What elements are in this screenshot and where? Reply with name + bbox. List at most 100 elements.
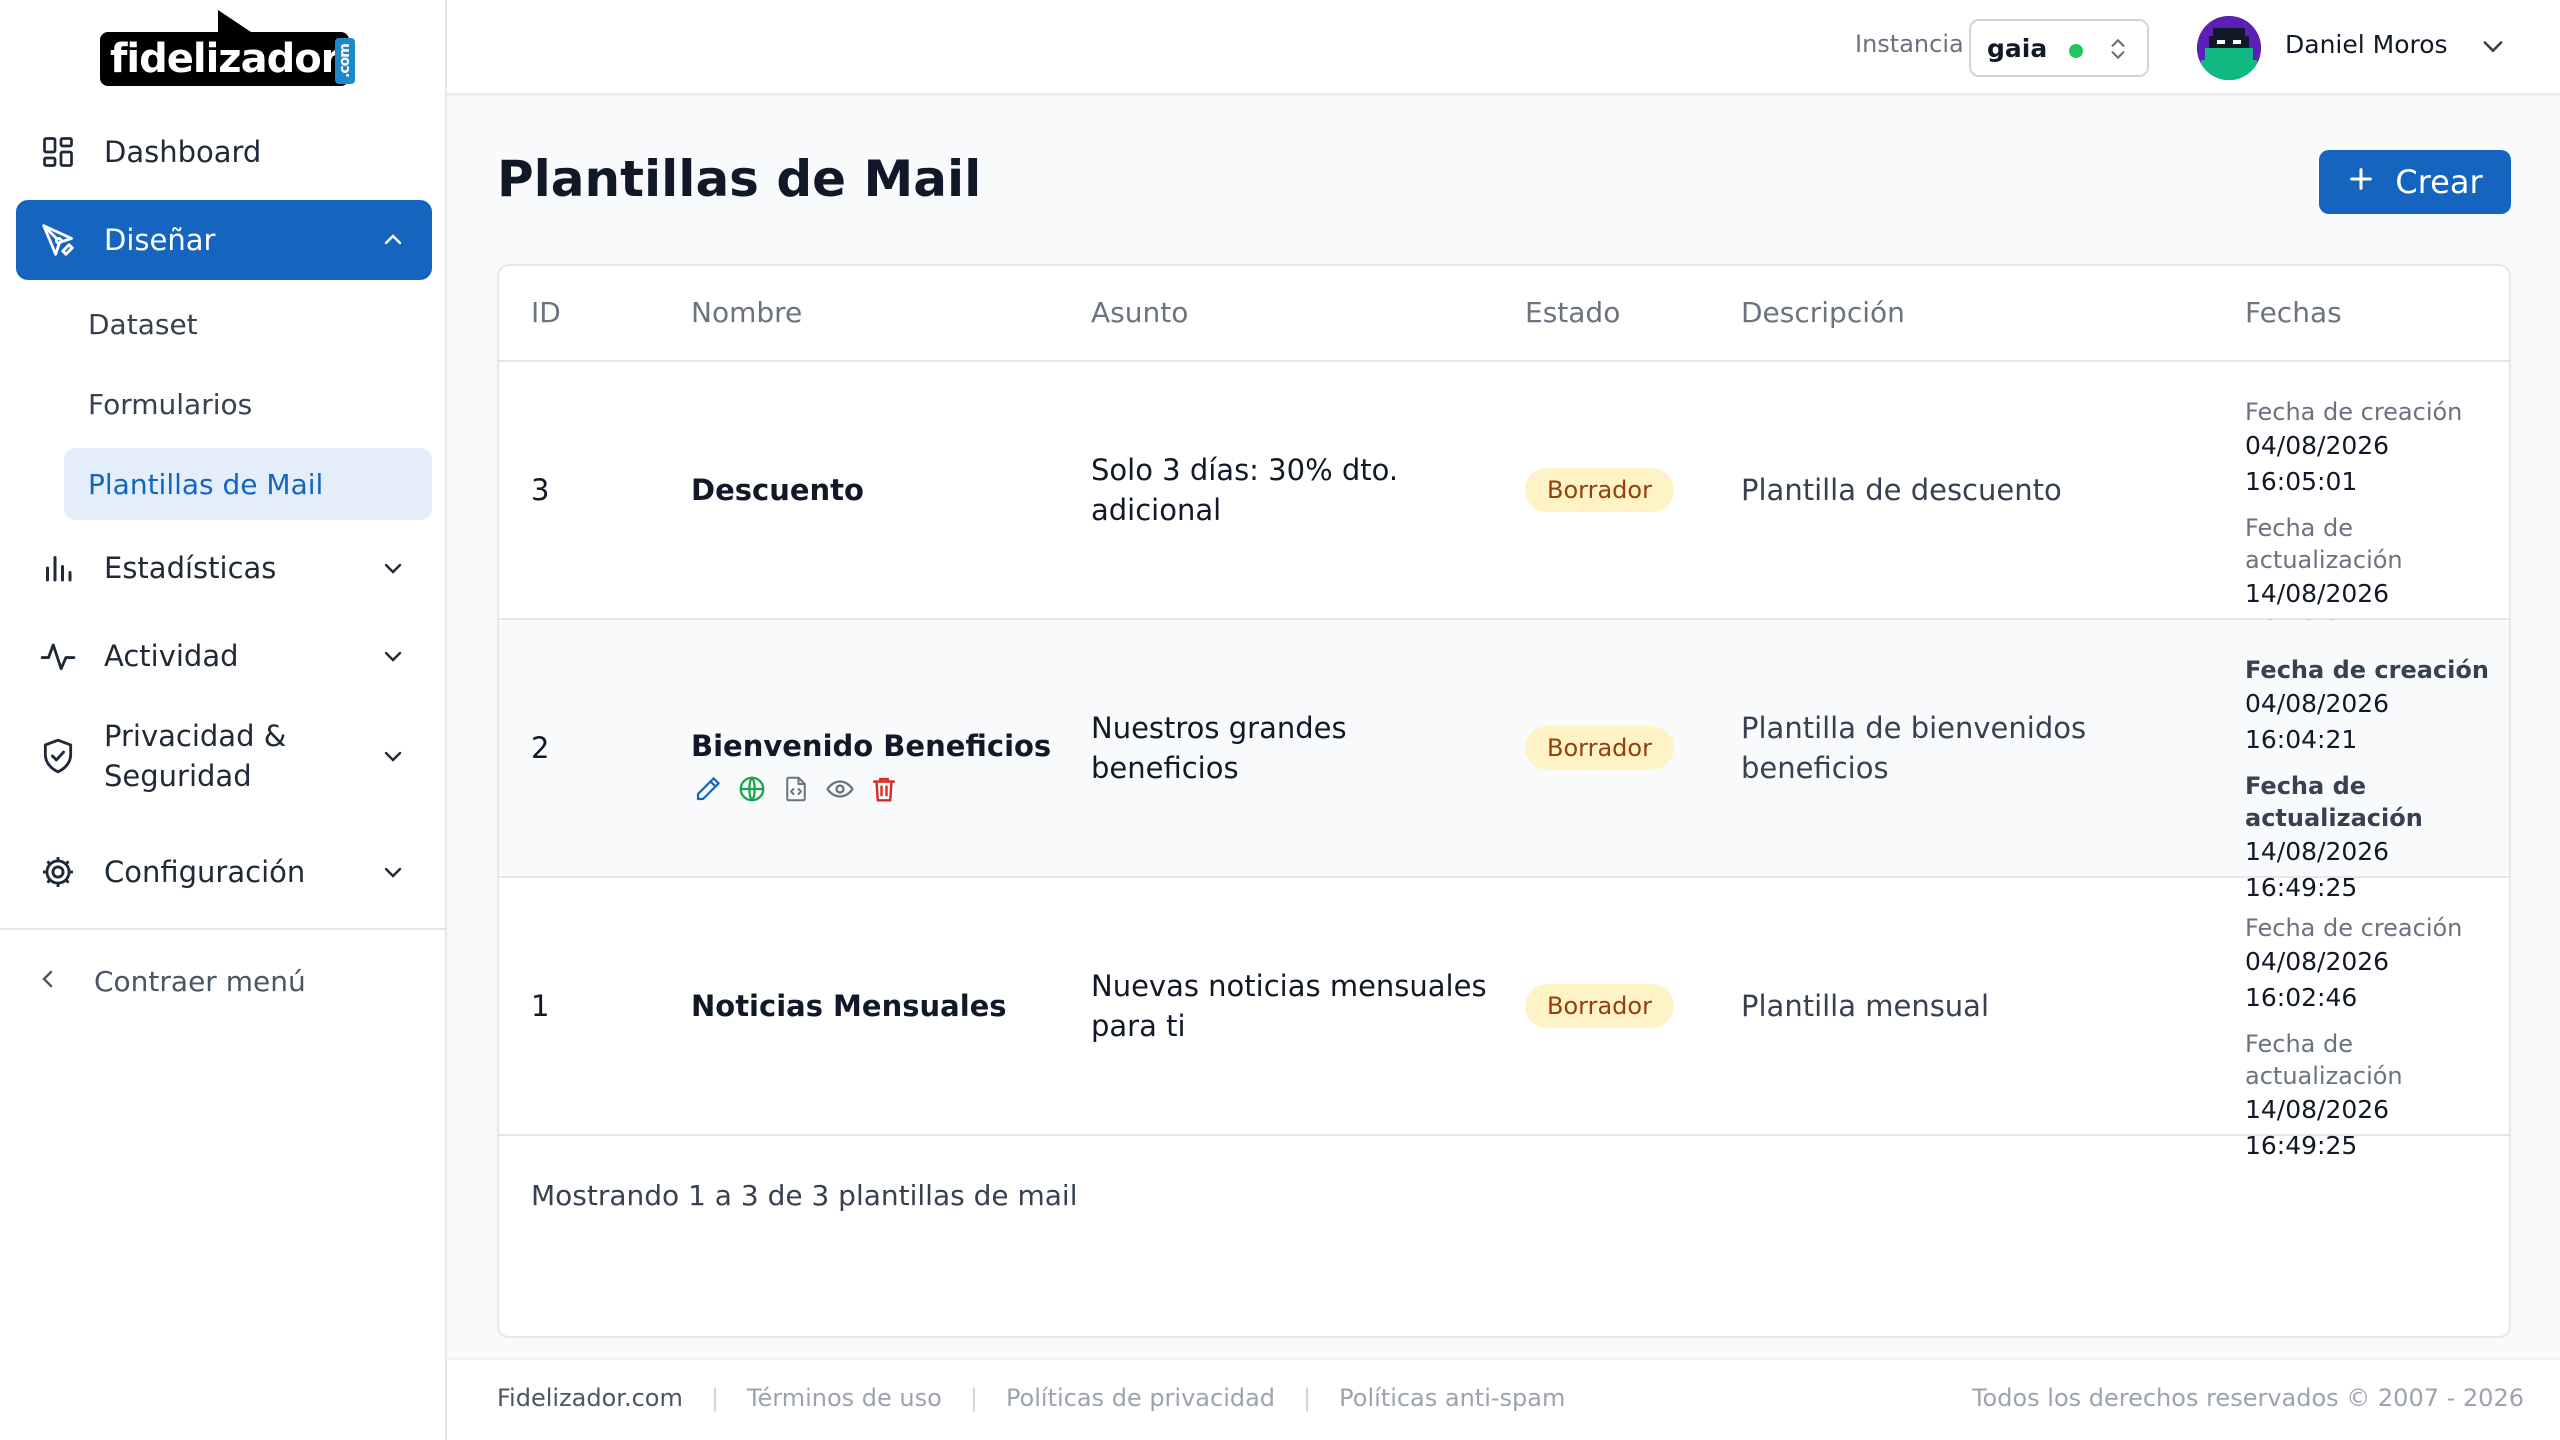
- page-footer: Fidelizador.com | Términos de uso | Polí…: [447, 1358, 2560, 1440]
- status-badge: Borrador: [1525, 984, 1674, 1028]
- plus-icon: [2347, 164, 2375, 200]
- sidebar-item-privacidad-seguridad[interactable]: Privacidad & Seguridad: [16, 704, 432, 808]
- cell-description: Plantilla de descuento: [1741, 473, 2062, 507]
- chevron-down-icon[interactable]: [2479, 32, 2507, 64]
- updated-label: Fecha de: [2245, 1030, 2353, 1058]
- cell-description: Plantilla de bienvenidos: [1741, 711, 2087, 745]
- chevron-down-icon: [378, 641, 408, 671]
- status-badge: Borrador: [1525, 468, 1674, 512]
- cell-id: 1: [531, 989, 550, 1023]
- cell-name[interactable]: Descuento: [691, 470, 864, 510]
- logo-box: fidelizador .com: [100, 10, 356, 86]
- templates-table: ID Nombre Asunto Estado Descripción Fech…: [497, 264, 2511, 1338]
- chevron-up-icon: [378, 225, 408, 255]
- trash-icon[interactable]: [869, 774, 899, 804]
- avatar[interactable]: [2197, 16, 2261, 80]
- create-button[interactable]: Crear: [2319, 150, 2511, 214]
- sidebar-subitem-plantillas-de-mail[interactable]: Plantillas de Mail: [64, 448, 432, 520]
- created-value: 04/08/2026 16:05:01: [2245, 431, 2390, 496]
- created-label: Fecha de creación: [2245, 398, 2463, 426]
- collapse-menu-button[interactable]: Contraer menú: [36, 956, 306, 1006]
- sidebar-subitem-label: Plantillas de Mail: [88, 467, 324, 501]
- column-header-nombre: Nombre: [691, 296, 803, 329]
- sidebar-item-configuracion[interactable]: Configuración: [16, 832, 432, 912]
- column-header-asunto: Asunto: [1091, 296, 1189, 329]
- cell-id: 3: [531, 473, 550, 507]
- gear-icon: [38, 852, 78, 892]
- main-content: Plantillas de Mail Crear ID Nombre Asunt…: [447, 96, 2560, 1358]
- footer-separator: |: [1303, 1384, 1312, 1412]
- sidebar-item-label: Dashboard: [104, 135, 262, 169]
- logo-suffix: .com: [335, 38, 356, 84]
- sidebar-subitem-formularios[interactable]: Formularios: [64, 368, 432, 440]
- table-row[interactable]: 3 Descuento Solo 3 días: 30% dto. adicio…: [499, 362, 2509, 644]
- sidebar-item-dashboard[interactable]: Dashboard: [16, 112, 432, 192]
- instance-label: Instancia: [1855, 30, 1964, 58]
- chevron-left-icon: [36, 965, 60, 998]
- sidebar-subitem-dataset[interactable]: Dataset: [64, 288, 432, 360]
- dashboard-grid-icon: [38, 132, 78, 172]
- cell-id: 2: [531, 731, 550, 765]
- cell-subject: Nuestros grandes: [1091, 711, 1347, 745]
- brand-logo[interactable]: fidelizador .com: [100, 8, 356, 90]
- cell-description: Plantilla mensual: [1741, 989, 1990, 1023]
- sidebar-item-estadisticas[interactable]: Estadísticas: [16, 528, 432, 608]
- updated-label: Fecha de: [2245, 772, 2367, 800]
- sidebar-item-label: Diseñar: [104, 223, 216, 257]
- page-title: Plantillas de Mail: [497, 150, 982, 208]
- app-root: fidelizador .com Dashboard Diseñar Datas…: [0, 0, 2560, 1440]
- sidebar-item-label: Privacidad &: [104, 719, 287, 753]
- cell-subject: Solo 3 días: 30% dto.: [1091, 453, 1399, 487]
- cell-name[interactable]: Noticias Mensuales: [691, 986, 1007, 1026]
- updated-label-line2: actualización: [2245, 1062, 2403, 1090]
- cell-subject-line2: beneficios: [1091, 751, 1239, 785]
- logo-text: fidelizador: [110, 36, 340, 82]
- table-row[interactable]: 1 Noticias Mensuales Nuevas noticias men…: [499, 878, 2509, 1160]
- footer-link-privacidad[interactable]: Políticas de privacidad: [1006, 1384, 1275, 1412]
- footer-separator: |: [710, 1384, 719, 1412]
- chevron-up-down-icon: [2105, 35, 2131, 67]
- chevron-down-icon: [378, 553, 408, 583]
- instance-status-dot: [2069, 44, 2083, 58]
- create-button-label: Crear: [2395, 163, 2483, 201]
- user-name[interactable]: Daniel Moros: [2285, 30, 2448, 59]
- sidebar-divider: [0, 928, 447, 930]
- sidebar-subitem-label: Dataset: [88, 307, 198, 341]
- footer-link-anti-spam[interactable]: Políticas anti-spam: [1339, 1384, 1565, 1412]
- instance-value: gaia: [1987, 33, 2048, 63]
- activity-pulse-icon: [38, 636, 78, 676]
- sidebar-item-label: Estadísticas: [104, 551, 277, 585]
- chevron-down-icon: [378, 857, 408, 887]
- footer-separator: |: [969, 1384, 978, 1412]
- cell-name[interactable]: Bienvenido Beneficios: [691, 726, 1051, 766]
- column-header-fechas: Fechas: [2245, 296, 2342, 329]
- footer-link-terminos[interactable]: Términos de uso: [747, 1384, 942, 1412]
- table-summary: Mostrando 1 a 3 de 3 plantillas de mail: [531, 1179, 1078, 1212]
- sidebar-item-label: Actividad: [104, 639, 239, 673]
- sidebar-item-label: Configuración: [104, 855, 306, 889]
- column-header-estado: Estado: [1525, 296, 1621, 329]
- cell-description-line2: beneficios: [1741, 751, 1889, 785]
- sidebar-item-actividad[interactable]: Actividad: [16, 616, 432, 696]
- created-label: Fecha de creación: [2245, 914, 2463, 942]
- code-file-icon[interactable]: [781, 774, 811, 804]
- sidebar: fidelizador .com Dashboard Diseñar Datas…: [0, 0, 447, 1440]
- column-header-id: ID: [531, 296, 561, 329]
- footer-copyright: Todos los derechos reservados © 2007 - 2…: [1971, 1384, 2524, 1412]
- sidebar-item-label-line2: Seguridad: [104, 759, 252, 793]
- status-badge: Borrador: [1525, 726, 1674, 770]
- globe-icon[interactable]: [737, 774, 767, 804]
- table-row[interactable]: 2 Bienvenido Beneficios Nuestros grandes…: [499, 620, 2509, 902]
- eye-icon[interactable]: [825, 774, 855, 804]
- footer-brand-link[interactable]: Fidelizador.com: [497, 1384, 683, 1412]
- column-header-descripcion: Descripción: [1741, 296, 1905, 329]
- created-value: 04/08/2026 16:04:21: [2245, 689, 2390, 754]
- shield-check-icon: [38, 736, 78, 776]
- cell-subject-line2: adicional: [1091, 493, 1222, 527]
- instance-select[interactable]: gaia: [1969, 19, 2149, 77]
- sidebar-item-disenar[interactable]: Diseñar: [16, 200, 432, 280]
- cell-subject: Nuevas noticias mensuales: [1091, 969, 1487, 1003]
- edit-pencil-icon[interactable]: [693, 774, 723, 804]
- logo-flag-shape: [218, 10, 254, 34]
- row-actions: [693, 774, 899, 804]
